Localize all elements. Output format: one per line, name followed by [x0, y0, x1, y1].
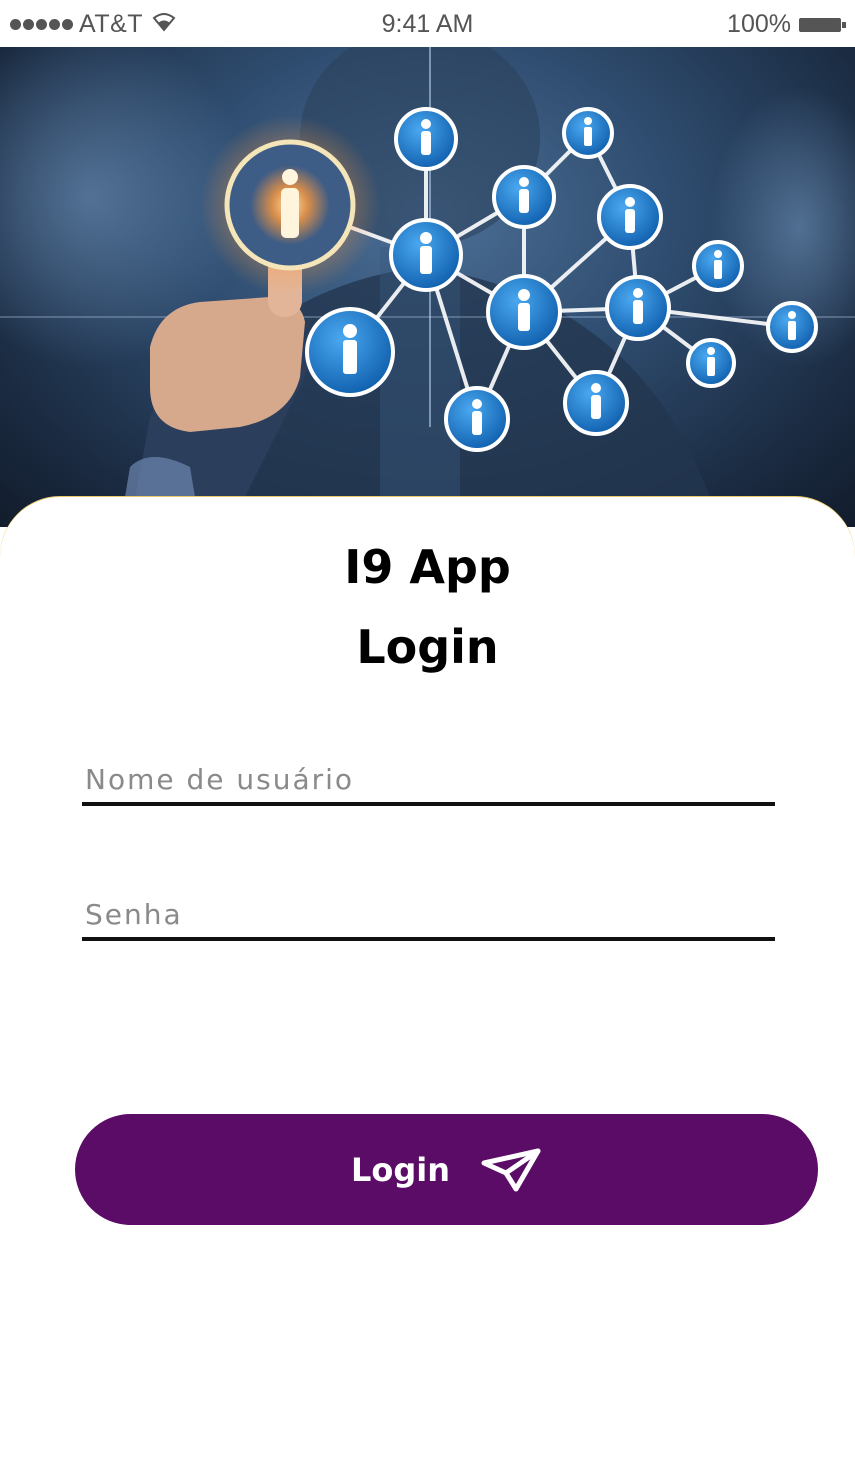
- people-network-icon: [0, 47, 855, 527]
- login-button[interactable]: Login: [75, 1114, 818, 1225]
- send-icon: [480, 1147, 542, 1193]
- login-button-label: Login: [350, 1150, 451, 1189]
- battery-percent: 100%: [727, 10, 791, 38]
- page-title: I9 App Login: [0, 527, 855, 687]
- login-heading: Login: [356, 620, 499, 674]
- status-right: 100%: [727, 10, 846, 39]
- username-input[interactable]: [82, 763, 775, 806]
- password-input[interactable]: [82, 898, 775, 941]
- login-screen: AT&T 9:41 AM 100% I9 App Login Nome de u…: [0, 0, 855, 1484]
- hero-image: [0, 47, 855, 527]
- battery-icon: [799, 17, 846, 32]
- status-bar: AT&T 9:41 AM 100%: [0, 0, 855, 47]
- app-name: I9 App: [344, 540, 511, 594]
- password-field: [82, 898, 775, 941]
- login-card: I9 App Login Login: [0, 497, 855, 1484]
- username-field: [82, 763, 775, 806]
